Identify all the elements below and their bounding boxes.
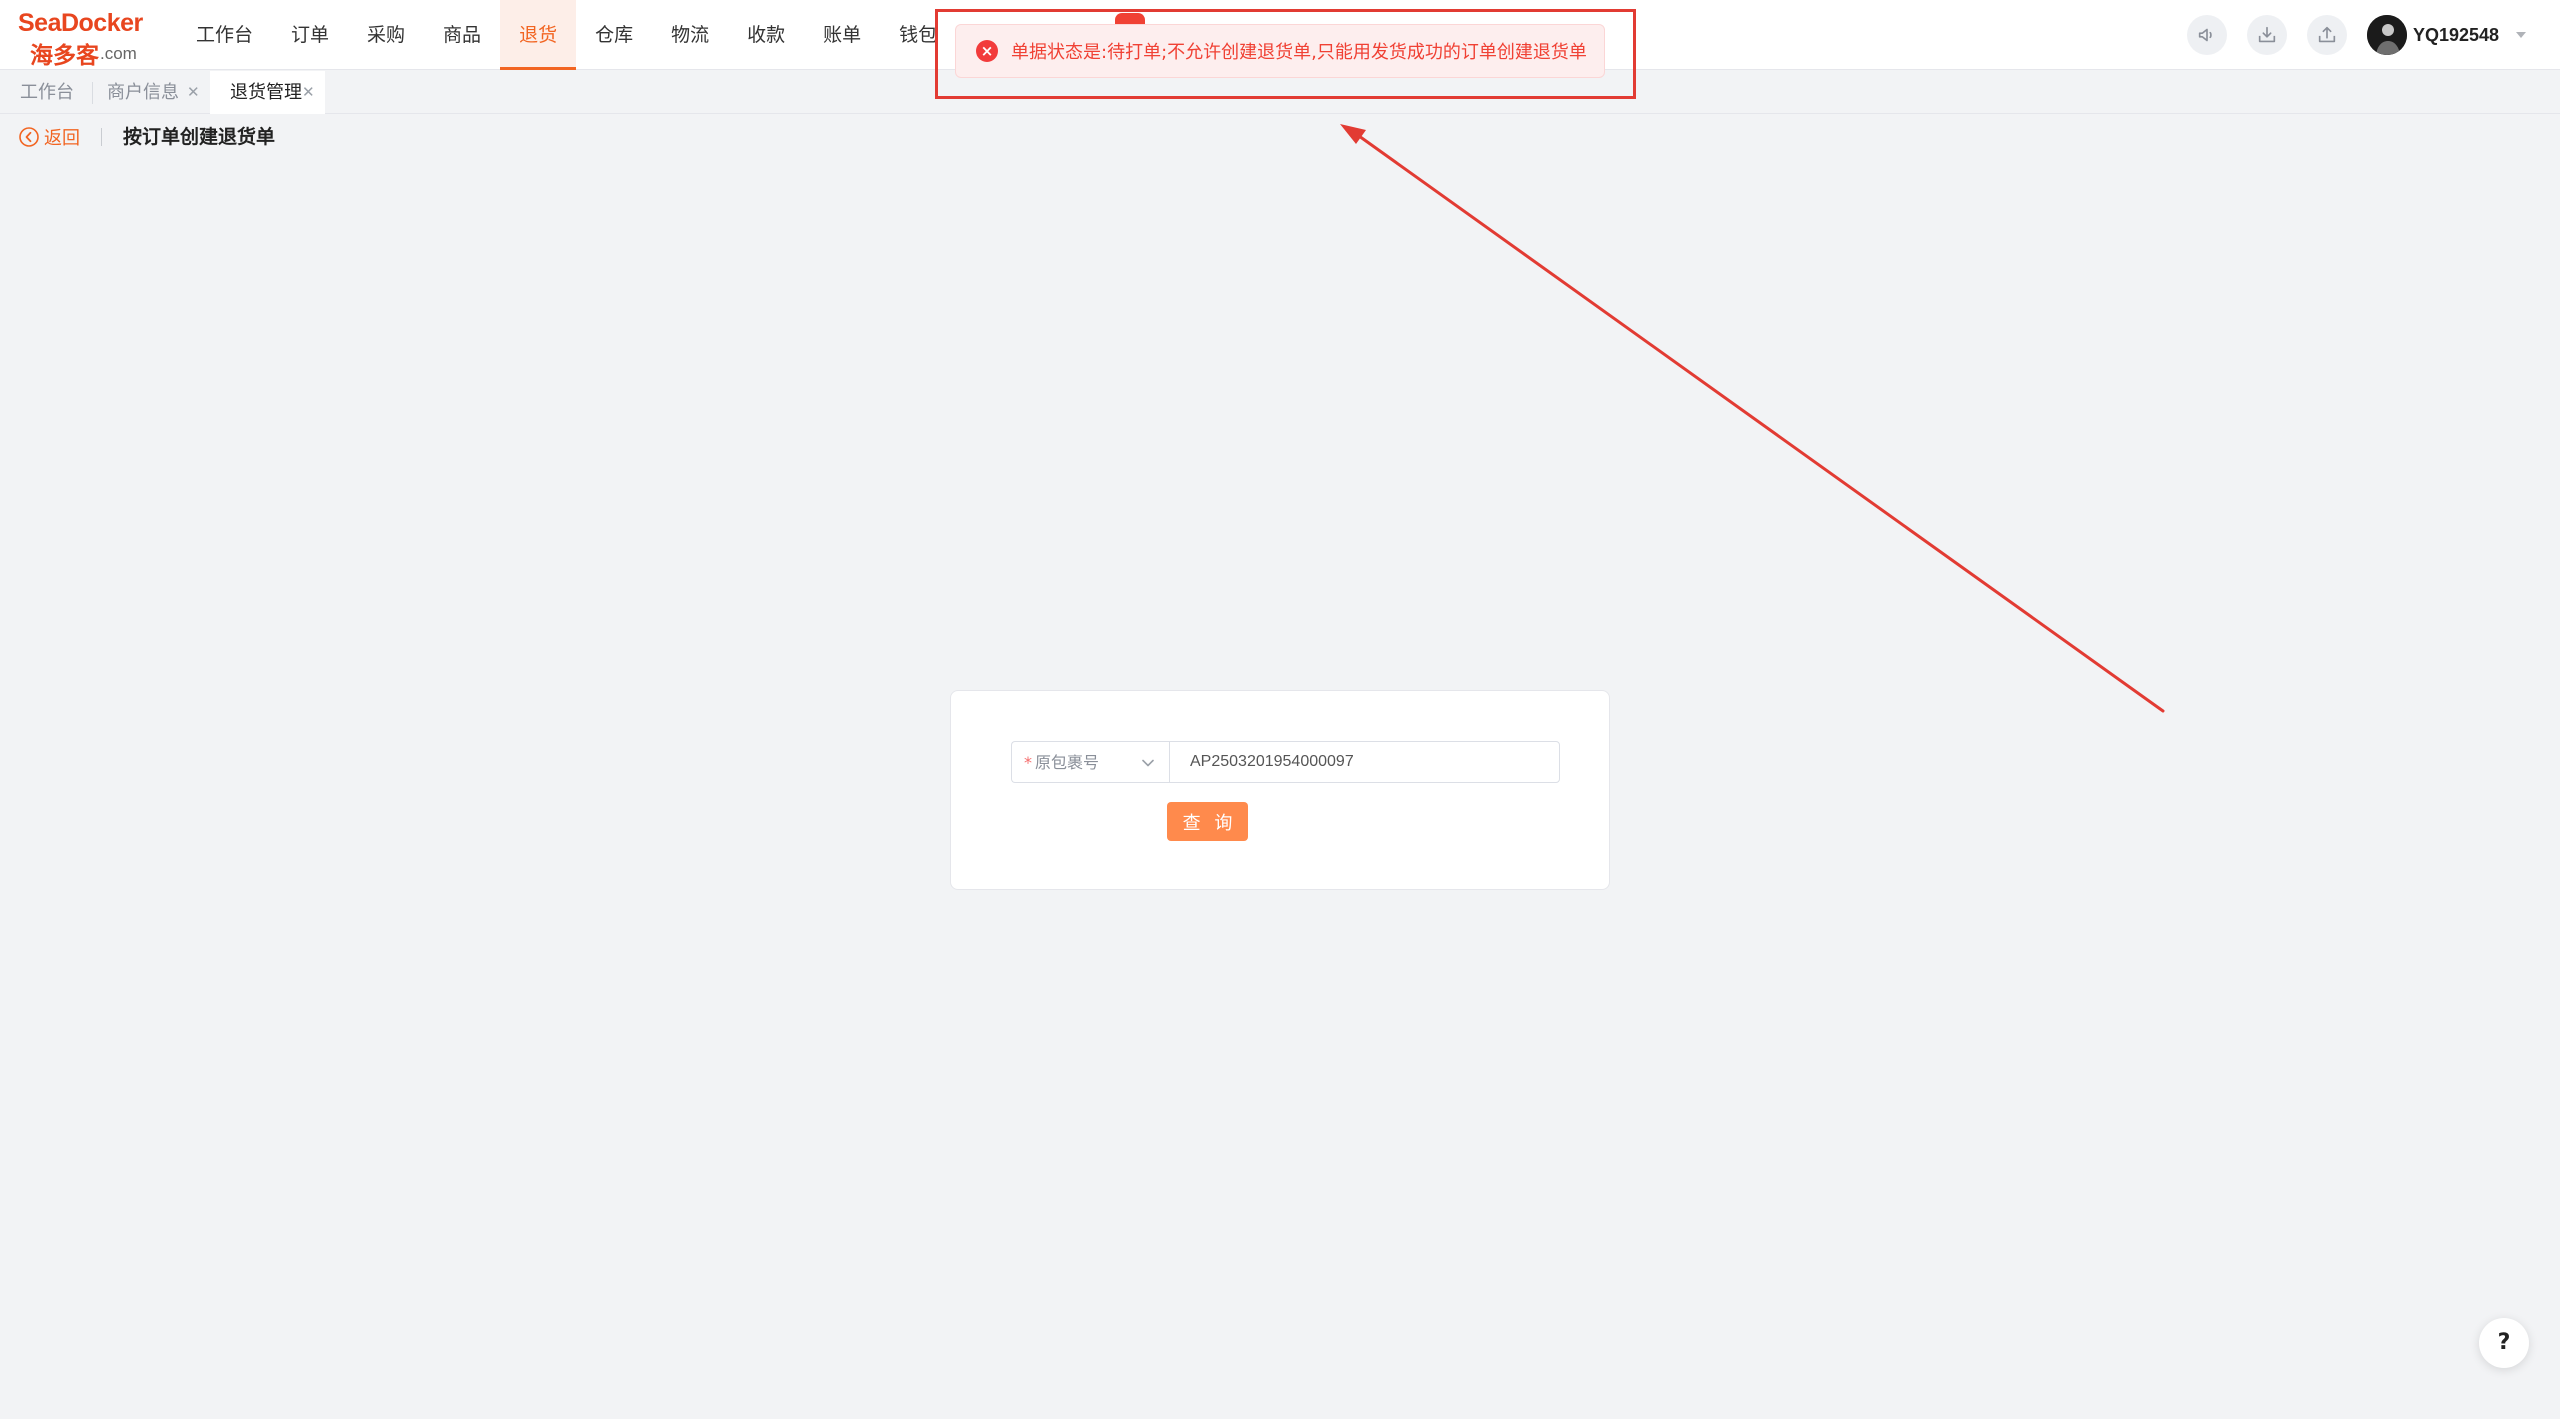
search-card: * 原包裹号 查 询 [950,690,1610,890]
tab-label: 商户信息 [107,82,179,103]
nav-item-workbench[interactable]: 工作台 [177,0,272,70]
error-toast: × 单据状态是:待打单;不允许创建退货单,只能用发货成功的订单创建退货单 [955,24,1605,78]
tab-workbench[interactable]: 工作台 [0,71,92,114]
user-avatar-icon [2367,15,2407,55]
breadcrumb-divider [101,128,102,146]
nav-item-purchase[interactable]: 采购 [348,0,424,70]
search-type-select[interactable]: * 原包裹号 [1011,741,1169,783]
avatar[interactable] [2367,15,2407,55]
announcement-icon [2198,28,2212,42]
query-button[interactable]: 查 询 [1167,802,1248,841]
error-message: 单据状态是:待打单;不允许创建退货单,只能用发货成功的订单创建退货单 [1011,42,1587,63]
back-label: 返回 [44,128,80,149]
page-title: 按订单创建退货单 [123,126,276,148]
error-circle-icon: × [976,40,998,62]
tab-label: 工作台 [20,82,74,103]
export-icon [2318,26,2336,43]
package-number-input[interactable] [1169,741,1560,783]
logo-text-cn: 海多客 [30,43,99,69]
export-button[interactable] [2307,15,2347,55]
chevron-left-circle-icon [19,127,39,147]
username-label[interactable]: YQ192548 [2413,0,2499,70]
tab-returns-management[interactable]: 退货管理 ✕ [210,71,325,114]
nav-item-products[interactable]: 商品 [424,0,500,70]
nav-item-orders[interactable]: 订单 [272,0,348,70]
select-value: 原包裹号 [1035,753,1100,772]
close-icon[interactable]: ✕ [302,71,315,114]
logo-domain: .com [100,44,137,63]
chevron-down-icon [1142,759,1154,767]
announcement-button[interactable] [2187,15,2227,55]
user-menu-chevron-down-icon[interactable] [2516,32,2526,38]
required-asterisk: * [1024,753,1032,772]
tab-merchant-info[interactable]: 商户信息 ✕ [87,71,211,114]
tab-label: 退货管理 [230,82,302,103]
nav-item-warehouse[interactable]: 仓库 [576,0,652,70]
nav-item-returns[interactable]: 退货 [500,0,577,70]
download-button[interactable] [2247,15,2287,55]
back-button[interactable]: 返回 [18,122,80,152]
logo-text-en: SeaDocker [18,9,143,37]
main-nav: 工作台 订单 采购 商品 退货 仓库 物流 收款 账单 钱包 [177,0,956,70]
close-icon[interactable]: ✕ [187,71,200,114]
nav-item-bills[interactable]: 账单 [804,0,880,70]
help-button[interactable]: ? [2479,1318,2529,1368]
seadocker-logo[interactable]: SeaDocker 海多客 .com [18,9,158,69]
download-icon [2258,26,2276,43]
nav-item-logistics[interactable]: 物流 [652,0,728,70]
nav-item-collection[interactable]: 收款 [728,0,804,70]
